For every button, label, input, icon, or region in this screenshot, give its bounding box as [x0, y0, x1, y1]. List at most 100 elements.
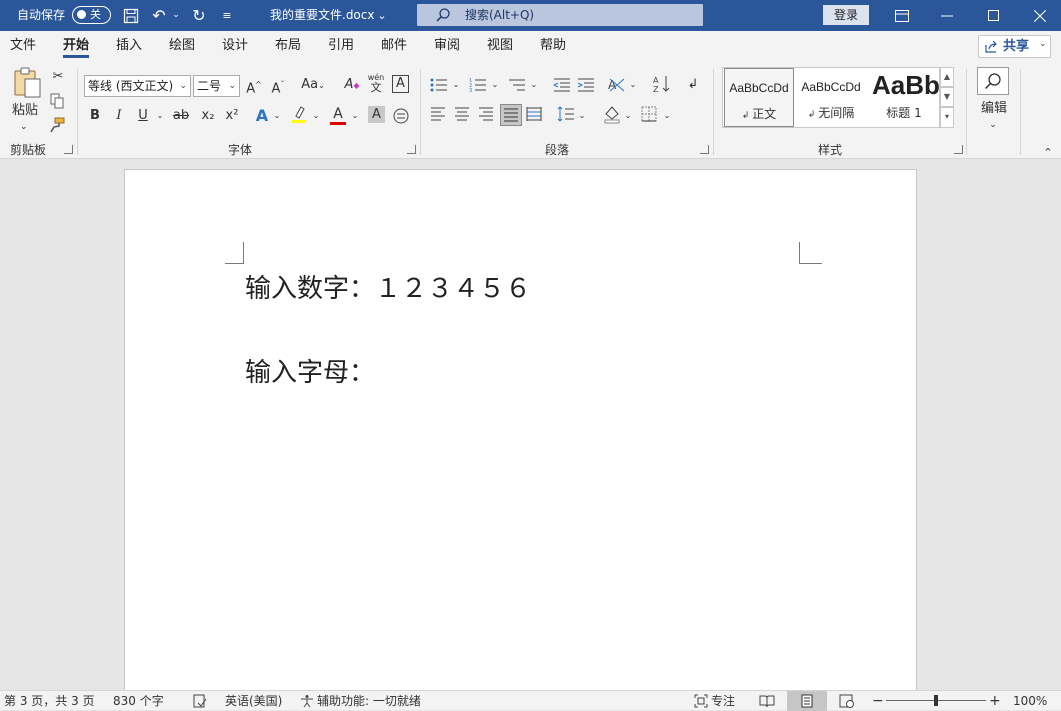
clear-formatting-icon[interactable]: A◆: [343, 75, 361, 96]
increase-indent-icon[interactable]: [577, 75, 595, 93]
filename-chevron-icon[interactable]: ⌄: [375, 0, 389, 31]
minimize-icon[interactable]: [937, 0, 957, 32]
print-layout-icon[interactable]: [787, 691, 827, 711]
multilevel-chevron-icon[interactable]: ⌄: [529, 75, 539, 95]
tab-view[interactable]: 视图: [487, 31, 513, 61]
align-right-icon[interactable]: [478, 107, 496, 121]
text-effects-icon[interactable]: A: [253, 106, 271, 126]
clipboard-launcher-icon[interactable]: [64, 145, 73, 154]
sort-icon[interactable]: AZ: [653, 75, 671, 93]
paragraph-launcher-icon[interactable]: [700, 145, 709, 154]
bullets-icon[interactable]: [430, 75, 448, 93]
document-line-numbers[interactable]: 输入数字：１２３４５６: [245, 268, 531, 305]
style-heading-1[interactable]: AaBb 标题 1: [868, 68, 940, 127]
line-spacing-chevron-icon[interactable]: ⌄: [577, 106, 587, 126]
save-icon[interactable]: [120, 0, 142, 32]
text-effects-chevron-icon[interactable]: ⌄: [272, 106, 282, 126]
zoom-slider-thumb[interactable]: [934, 695, 938, 706]
character-border-icon[interactable]: A: [392, 75, 409, 93]
font-launcher-icon[interactable]: [407, 145, 416, 154]
bullets-chevron-icon[interactable]: ⌄: [451, 75, 461, 95]
bold-button[interactable]: B: [88, 106, 102, 126]
font-name-select[interactable]: 等线 (西文正文) ⌄: [84, 75, 191, 97]
maximize-icon[interactable]: [984, 0, 1004, 31]
focus-label[interactable]: 专注: [711, 691, 735, 711]
subscript-button[interactable]: x₂: [200, 106, 216, 126]
styles-launcher-icon[interactable]: [954, 145, 963, 154]
collapse-ribbon-icon[interactable]: ⌃: [1040, 143, 1056, 163]
numbering-icon[interactable]: 123: [469, 75, 487, 93]
undo-icon[interactable]: ↶: [148, 0, 170, 31]
format-painter-icon[interactable]: [48, 115, 66, 135]
superscript-button[interactable]: x²: [224, 106, 240, 126]
tab-help[interactable]: 帮助: [540, 31, 566, 61]
tab-mailings[interactable]: 邮件: [381, 31, 407, 61]
line-spacing-icon[interactable]: [557, 106, 575, 122]
read-mode-icon[interactable]: [759, 691, 775, 708]
login-button[interactable]: 登录: [823, 5, 869, 25]
font-color-chevron-icon[interactable]: ⌄: [350, 106, 360, 126]
tab-review[interactable]: 审阅: [434, 31, 460, 61]
shading-chevron-icon[interactable]: ⌄: [623, 106, 633, 126]
document-filename[interactable]: 我的重要文件.docx: [270, 0, 374, 31]
undo-dropdown-icon[interactable]: ⌄: [170, 0, 182, 31]
borders-icon[interactable]: [641, 106, 659, 122]
web-layout-icon[interactable]: [839, 691, 855, 708]
shading-icon[interactable]: [603, 104, 621, 124]
tab-home[interactable]: 开始: [63, 31, 90, 61]
multilevel-list-icon[interactable]: [508, 75, 526, 93]
zoom-out-icon[interactable]: −: [872, 691, 884, 711]
search-box[interactable]: 搜索(Alt+Q): [417, 4, 703, 26]
document-line-letters[interactable]: 输入字母：: [245, 352, 375, 389]
editing-button[interactable]: 编辑 ⌄: [975, 65, 1011, 131]
accessibility-icon[interactable]: [300, 691, 314, 708]
redo-icon[interactable]: ↻: [188, 0, 210, 31]
autosave-toggle[interactable]: 关: [72, 6, 111, 24]
decrease-indent-icon[interactable]: [553, 75, 571, 93]
page-count[interactable]: 第 3 页，共 3 页: [4, 691, 95, 711]
grow-font-icon[interactable]: A^: [245, 75, 263, 99]
borders-chevron-icon[interactable]: ⌄: [662, 106, 672, 126]
numbering-chevron-icon[interactable]: ⌄: [490, 75, 500, 95]
italic-button[interactable]: I: [112, 106, 126, 126]
strikethrough-button[interactable]: ab: [172, 106, 190, 126]
word-count[interactable]: 830 个字: [113, 691, 164, 711]
distributed-icon[interactable]: [526, 107, 544, 121]
underline-chevron-icon[interactable]: ⌄: [155, 106, 165, 126]
tab-draw[interactable]: 绘图: [169, 31, 195, 61]
shrink-font-icon[interactable]: Aˇ: [269, 75, 287, 99]
tab-design[interactable]: 设计: [222, 31, 248, 61]
highlight-chevron-icon[interactable]: ⌄: [311, 106, 321, 126]
tab-insert[interactable]: 插入: [116, 31, 142, 61]
ribbon-display-icon[interactable]: [892, 0, 912, 32]
highlight-icon[interactable]: [290, 104, 308, 124]
styles-scroll-up-icon[interactable]: ▲: [940, 67, 954, 87]
zoom-in-icon[interactable]: +: [989, 691, 1001, 711]
style-no-spacing[interactable]: AaBbCcDd ↲ 无间隔: [796, 68, 866, 127]
chinese-layout-icon[interactable]: A: [608, 75, 628, 93]
close-icon[interactable]: [1030, 0, 1050, 32]
styles-more-icon[interactable]: ▾: [940, 107, 954, 128]
share-button[interactable]: 共享 ⌄: [978, 35, 1051, 58]
copy-icon[interactable]: [48, 91, 66, 111]
underline-button[interactable]: U: [136, 106, 150, 126]
tab-layout[interactable]: 布局: [275, 31, 301, 61]
align-center-icon[interactable]: [454, 107, 472, 121]
phonetic-guide-icon[interactable]: wén 文: [367, 73, 385, 94]
font-color-icon[interactable]: A: [329, 104, 347, 125]
customize-toolbar-icon[interactable]: ≡: [220, 0, 234, 31]
align-left-icon[interactable]: [430, 107, 448, 121]
chinese-layout-chevron-icon[interactable]: ⌄: [628, 75, 638, 95]
cut-icon[interactable]: ✂: [49, 67, 67, 87]
style-normal[interactable]: AaBbCcDd ↲ 正文: [724, 68, 794, 127]
justify-icon[interactable]: [500, 104, 522, 126]
language[interactable]: 英语(美国): [225, 691, 282, 711]
paste-button[interactable]: 粘贴 ⌄: [10, 67, 42, 132]
enclose-characters-icon[interactable]: [393, 106, 409, 124]
tab-references[interactable]: 引用: [328, 31, 354, 61]
font-size-select[interactable]: 二号 ⌄: [193, 75, 240, 97]
proofing-icon[interactable]: [193, 691, 207, 708]
accessibility-status[interactable]: 辅助功能: 一切就绪: [317, 691, 421, 711]
focus-icon[interactable]: [694, 691, 708, 708]
tab-file[interactable]: 文件: [10, 31, 36, 61]
